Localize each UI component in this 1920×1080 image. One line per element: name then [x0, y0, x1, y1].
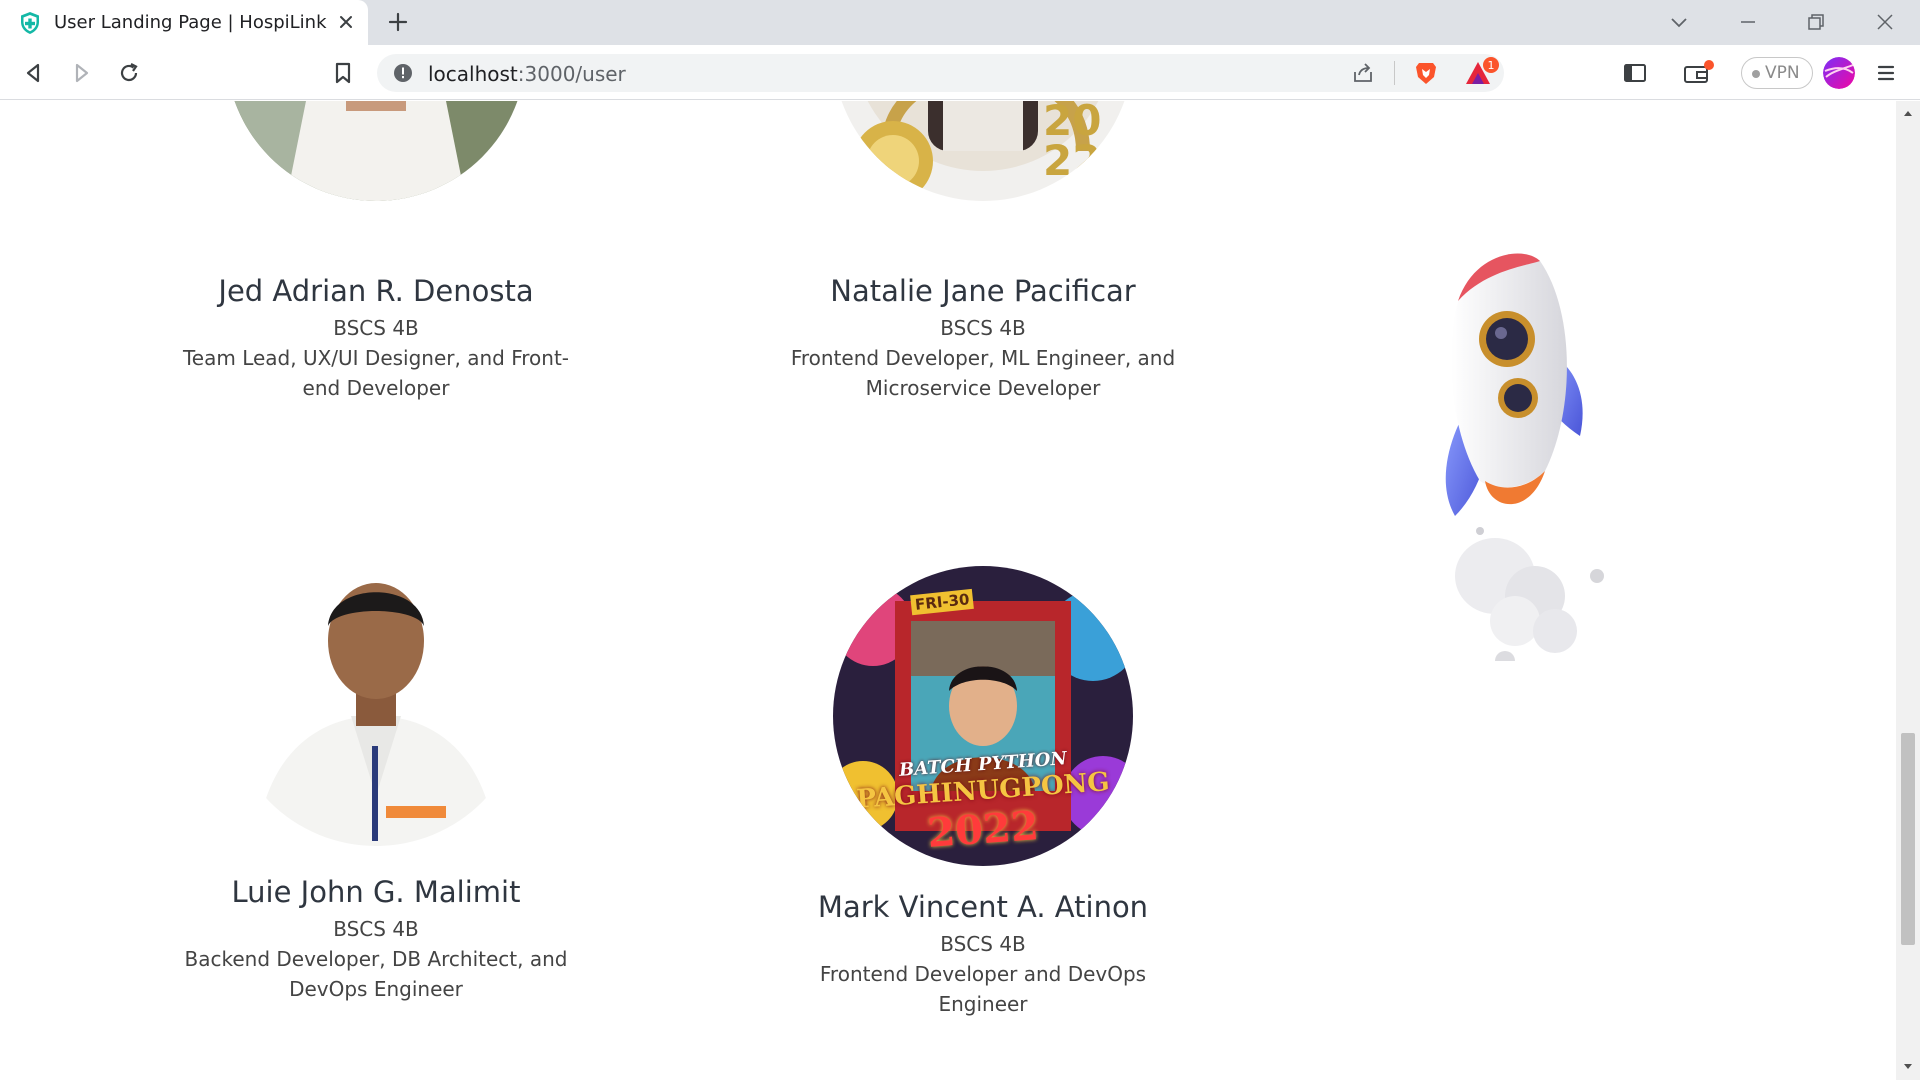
reload-icon[interactable]	[116, 60, 142, 86]
scroll-down-arrow-icon[interactable]	[1902, 1061, 1914, 1073]
member-name: Mark Vincent A. Atinon	[817, 890, 1149, 924]
forward-arrow-icon[interactable]	[68, 60, 94, 86]
member-name: Luie John G. Malimit	[231, 875, 521, 909]
back-arrow-icon[interactable]	[21, 60, 47, 86]
rewards-badge-count: 1	[1488, 59, 1495, 72]
sidebar-toggle-icon[interactable]	[1622, 60, 1648, 86]
rocket-illustration	[1445, 253, 1604, 661]
bookmark-icon[interactable]	[330, 60, 356, 86]
vpn-status-dot	[1752, 70, 1760, 78]
url-path: :3000/user	[517, 62, 626, 86]
hospilink-shield-icon	[21, 12, 39, 34]
member-photo-natalie: 20 22	[833, 101, 1133, 201]
minimize-icon[interactable]	[1736, 10, 1760, 34]
tab-search-chevron-icon[interactable]	[1667, 10, 1691, 34]
member-role: Frontend Developer and DevOps Engineer	[819, 962, 1147, 1016]
scrollbar-thumb[interactable]	[1901, 733, 1915, 945]
member-class: BSCS 4B	[940, 932, 1026, 956]
photo-year-bottom: 22	[1043, 136, 1102, 185]
photo-year-top: 20	[1043, 101, 1102, 145]
photo-year-badge: 20 22	[1043, 101, 1102, 185]
member-name: Jed Adrian R. Denosta	[218, 274, 534, 308]
wallet-icon[interactable]	[1682, 60, 1716, 86]
page-scrollbar[interactable]	[1896, 101, 1920, 1080]
address-bar[interactable]: localhost:3000/user 1	[377, 54, 1504, 92]
member-photo-mark: FRI-30 BATCH PYTHON PAGHINUGPONG 2022	[833, 566, 1133, 866]
member-name: Natalie Jane Pacificar	[830, 274, 1136, 308]
tab-hospilink[interactable]: User Landing Page | HospiLink	[0, 0, 368, 45]
close-tab-icon[interactable]	[336, 12, 356, 32]
member-photo-jed	[226, 101, 526, 201]
tab-title: User Landing Page | HospiLink	[54, 12, 327, 33]
menu-hamburger-icon[interactable]	[1873, 60, 1899, 86]
site-info-icon[interactable]	[393, 63, 413, 83]
member-role: Backend Developer, DB Architect, and Dev…	[184, 947, 568, 1001]
share-icon[interactable]	[1352, 62, 1374, 84]
member-class: BSCS 4B	[940, 316, 1026, 340]
member-role: Team Lead, UX/UI Designer, and Front-end…	[182, 346, 570, 400]
tab-strip: User Landing Page | HospiLink	[0, 0, 1920, 45]
restore-icon[interactable]	[1804, 10, 1828, 34]
url-text: localhost:3000/user	[428, 62, 626, 86]
member-class: BSCS 4B	[333, 316, 419, 340]
member-card-jed: Jed Adrian R. Denosta BSCS 4B Team Lead,…	[96, 273, 656, 403]
member-photo-luie	[226, 546, 526, 846]
close-window-icon[interactable]	[1873, 10, 1897, 34]
new-tab-plus-icon[interactable]	[386, 10, 410, 34]
brave-shields-lion-icon[interactable]	[1413, 60, 1439, 86]
profile-avatar-icon[interactable]	[1823, 57, 1855, 89]
scroll-up-arrow-icon[interactable]	[1902, 107, 1914, 119]
member-card-natalie: Natalie Jane Pacificar BSCS 4B Frontend …	[703, 273, 1263, 403]
divider	[1394, 61, 1395, 85]
url-host: localhost	[428, 62, 518, 86]
member-class: BSCS 4B	[333, 917, 419, 941]
browser-toolbar: localhost:3000/user 1 VPN	[0, 45, 1920, 100]
member-card-luie: Luie John G. Malimit BSCS 4B Backend Dev…	[96, 874, 656, 1004]
page-viewport: Jed Adrian R. Denosta BSCS 4B Team Lead,…	[0, 101, 1896, 1080]
member-role: Frontend Developer, ML Engineer, and Mic…	[790, 346, 1176, 400]
vpn-button[interactable]: VPN	[1741, 57, 1813, 89]
vpn-label: VPN	[1765, 63, 1800, 83]
member-card-mark: Mark Vincent A. Atinon BSCS 4B Frontend …	[703, 889, 1263, 1019]
brave-rewards-triangle-icon[interactable]: 1	[1462, 56, 1502, 88]
